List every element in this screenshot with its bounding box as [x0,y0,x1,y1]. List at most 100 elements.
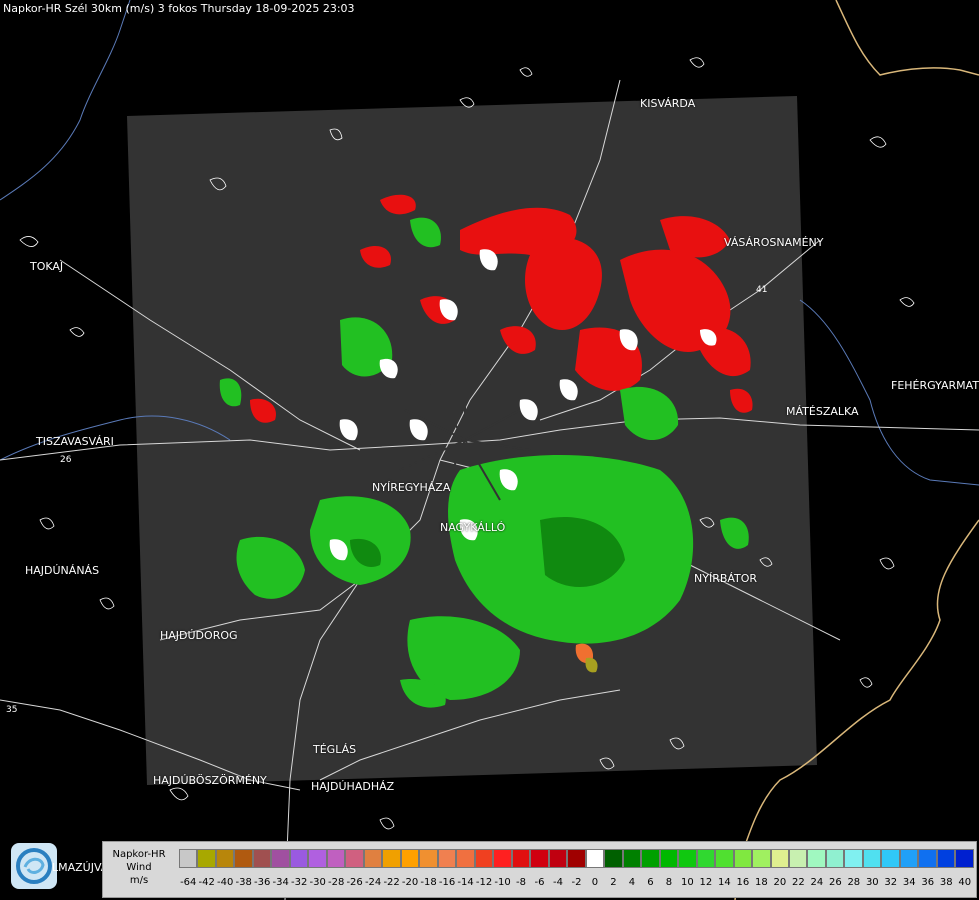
legend-color-scale [179,849,974,868]
border-line [835,0,979,76]
legend-tick-label: -8 [516,877,527,888]
legend-tick-label: 20 [773,877,787,888]
place-label-nagykallo: NAGYKÁLLÓ [440,521,506,534]
legend-tick-label: 16 [736,877,750,888]
legend-tick-label: -30 [309,877,326,888]
place-label-nyiregyhaza: NYÍREGYHÁZA [372,481,451,494]
road-number-41: 41 [756,285,767,295]
legend-swatch [530,849,549,868]
legend-swatch [770,849,789,868]
legend-tick-label: -6 [534,877,545,888]
river [799,299,979,486]
legend-tick-label: -20 [401,877,419,888]
legend-tick-label: -24 [364,877,382,888]
legend-swatch [252,849,272,868]
place-label-tiszavasvari: TISZAVASVÁRI [36,435,114,448]
legend-line-2: Wind [126,862,152,873]
legend-tick-label: 34 [902,877,916,888]
legend-swatch [179,849,198,868]
legend-tick-label: 2 [610,877,617,888]
legend-tick-label: -12 [475,877,493,888]
legend-tick-label: 6 [647,877,654,888]
legend-tick-labels: -64 -42 -40 -38 -36 -34 -32 -30 -28 -26 -24 -22 -20-… [179,877,979,891]
legend-tick-label: 10 [681,877,694,888]
legend-swatch [215,849,235,868]
legend-tick-label: 26 [828,877,842,888]
legend-title: Napkor-HR Wind m/s [103,848,175,887]
legend-swatch [936,849,956,868]
legend-tick-label: -34 [272,877,289,888]
legend-tick-label: -26 [346,877,363,888]
legend-swatch [899,849,919,868]
legend-swatch [678,849,697,868]
legend-swatch [955,849,974,868]
radar-map-view: 26 41 35 Napkor-HR Szél 30km (m/s) 3 fok… [0,0,979,900]
legend-tick-label: -16 [438,877,456,888]
legend-swatch [567,849,586,868]
legend-line-3: m/s [129,875,149,886]
legend-tick-label: 12 [699,877,713,888]
place-label-hajduboszormeny: HAJDÚBÖSZÖRMÉNY [153,774,267,787]
road-number-35: 35 [6,705,17,715]
legend-swatch [345,849,364,868]
legend-swatch [881,849,900,868]
place-label-hajduhadhaz: HAJDÚHADHÁZ [311,780,395,793]
legend-swatch [400,849,420,868]
legend-tick-label: -10 [494,877,511,888]
legend-tick-label: -2 [571,877,582,888]
legend-swatch [585,849,605,868]
legend-swatch [752,849,771,868]
wind-legend: Napkor-HR Wind m/s -64 -42 -40 -38 -36 -34 -32… [102,841,979,898]
place-label-hajdudorog: HAJDÚDOROG [160,629,238,642]
legend-swatch [474,849,494,868]
legend-swatch [825,849,845,868]
legend-tick-label: -22 [383,877,400,888]
napkor-logo-icon [11,843,57,889]
legend-tick-label: -32 [291,877,308,888]
legend-swatch [511,849,531,868]
legend-swatch [862,849,882,868]
legend-tick-label: -14 [457,877,474,888]
legend-tick-label: -36 [254,877,271,888]
legend-tick-label: -28 [327,877,345,888]
legend-swatch [548,849,568,868]
legend-tick-label: 36 [921,877,935,888]
legend-tick-label: 24 [810,877,824,888]
place-label-mateszalka: MÁTÉSZALKA [786,405,859,418]
place-label-fehergyarmat: FEHÉRGYARMAT [891,379,979,392]
place-label-teglas: TÉGLÁS [313,743,357,756]
legend-swatch [604,849,623,868]
legend-swatch [622,849,642,868]
legend-tick-label: 0 [591,877,599,888]
legend-swatch [382,849,401,868]
legend-swatch [918,849,937,868]
legend-swatch [493,849,512,868]
road-number-26: 26 [60,455,72,465]
legend-swatch [733,849,753,868]
legend-swatch [234,849,253,868]
legend-swatch [659,849,679,868]
place-label-nyirbator: NYÍRBÁTOR [694,572,758,585]
legend-swatch [844,849,863,868]
legend-tick-label: 22 [791,877,805,888]
legend-tick-label: 38 [939,877,953,888]
legend-swatch [363,849,383,868]
legend-tick-label: 8 [665,877,673,888]
legend-tick-label: 28 [847,877,861,888]
map-title: Napkor-HR Szél 30km (m/s) 3 fokos Thursd… [3,2,355,15]
legend-swatch [308,849,327,868]
legend-tick-label: 4 [628,877,636,888]
legend-swatch [696,849,716,868]
radar-map: 26 41 35 [0,0,979,900]
legend-tick-label: -38 [235,877,252,888]
legend-swatch [197,849,216,868]
legend-tick-label: -40 [217,877,234,888]
place-label-hajdunanas: HAJDÚNÁNÁS [25,564,100,577]
legend-swatch [271,849,290,868]
legend-swatch [788,849,808,868]
legend-swatch [456,849,475,868]
legend-tick-label: -64 [180,877,197,888]
place-label-kisvarda: KISVÁRDA [640,97,696,110]
river [0,0,131,201]
legend-swatch [715,849,734,868]
